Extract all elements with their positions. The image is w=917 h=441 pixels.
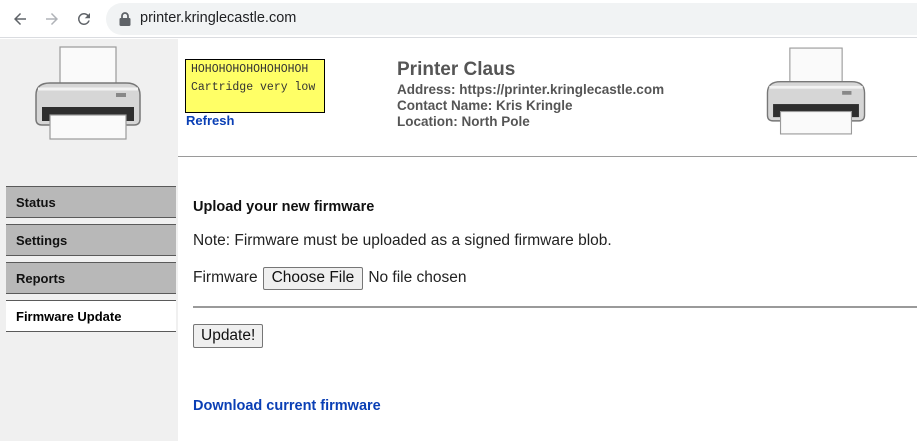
sidebar-item-status[interactable]: Status: [6, 186, 176, 218]
choose-file-button[interactable]: Choose File: [262, 266, 364, 290]
download-firmware-link[interactable]: Download current firmware: [193, 398, 381, 414]
back-arrow-icon[interactable]: [8, 7, 32, 31]
alert-message: Cartridge very low: [191, 81, 316, 94]
lock-icon: [119, 12, 131, 26]
reload-icon[interactable]: [72, 7, 96, 31]
sidebar-item-firmware-update[interactable]: Firmware Update: [6, 300, 176, 332]
sidebar-item-settings[interactable]: Settings: [6, 224, 176, 256]
printer-address: Address: https://printer.kringlecastle.c…: [397, 82, 665, 97]
forward-arrow-icon[interactable]: [40, 7, 64, 31]
printer-icon: [766, 47, 866, 135]
firmware-upload-row: Firmware Choose File No file chosen: [193, 266, 467, 290]
printer-name: Printer Claus: [397, 59, 516, 80]
refresh-link[interactable]: Refresh: [186, 113, 234, 128]
printer-contact: Contact Name: Kris Kringle: [397, 98, 573, 113]
url-text[interactable]: printer.kringlecastle.com: [140, 10, 296, 26]
header-divider: [178, 156, 917, 157]
sidebar: Status Settings Reports Firmware Update: [0, 39, 178, 441]
sidebar-menu: Status Settings Reports Firmware Update: [6, 186, 176, 338]
no-file-text: No file chosen: [368, 269, 467, 286]
printer-info: Printer Claus Address: https://printer.k…: [397, 59, 664, 130]
content-divider: [193, 306, 917, 308]
sidebar-item-reports[interactable]: Reports: [6, 262, 176, 294]
page-title: Upload your new firmware: [193, 199, 375, 215]
firmware-label: Firmware: [193, 269, 258, 286]
printer-location: Location: North Pole: [397, 114, 530, 129]
address-bar[interactable]: printer.kringlecastle.com: [106, 3, 917, 35]
alert-hoho-text: HOHOHOHOHOHOHOHOH: [191, 63, 309, 76]
update-button[interactable]: Update!: [193, 324, 264, 348]
printer-icon: [35, 46, 141, 140]
firmware-note: Note: Firmware must be uploaded as a sig…: [193, 232, 612, 249]
cartridge-alert: HOHOHOHOHOHOHOHOH Cartridge very low: [185, 59, 325, 113]
browser-toolbar: printer.kringlecastle.com: [0, 0, 917, 38]
